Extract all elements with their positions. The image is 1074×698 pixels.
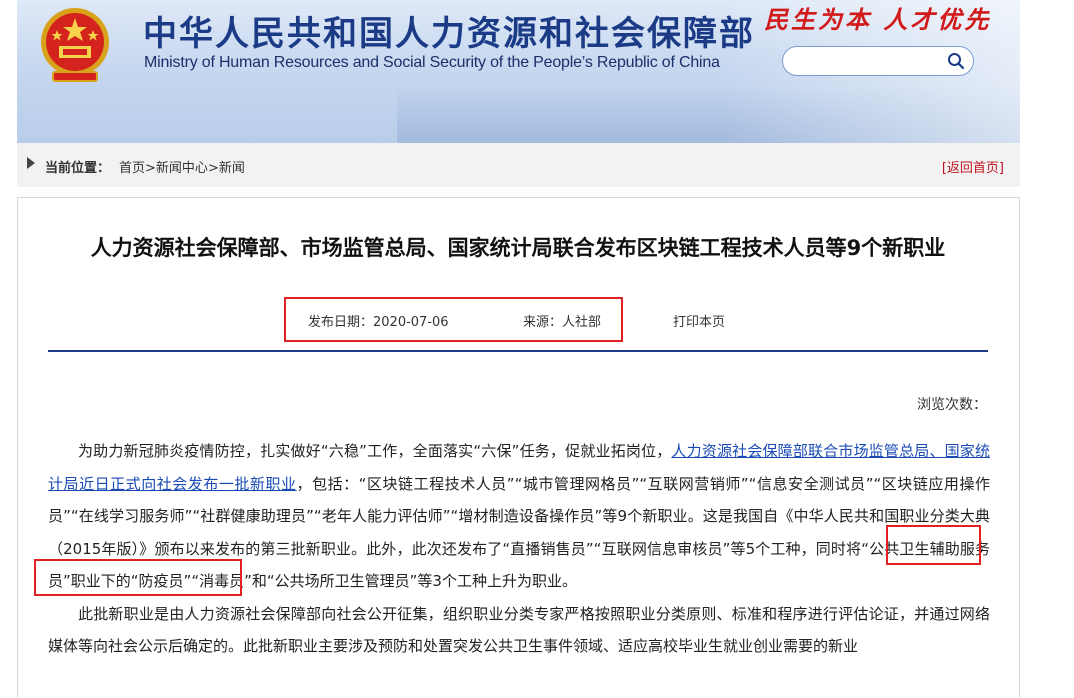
title-divider <box>48 350 988 352</box>
search-icon[interactable] <box>947 52 965 70</box>
paragraph-2: 此批新职业是由人力资源社会保障部向社会公开征集，组织职业分类专家严格按照职业分类… <box>48 604 990 656</box>
breadcrumb-separator: > <box>207 161 219 176</box>
slogan: 民生为本 人才优先 <box>764 5 992 34</box>
header-banner: 中华人民共和国人力资源和社会保障部 Ministry of Human Reso… <box>17 0 1020 143</box>
article-body: 为助力新冠肺炎疫情防控，扎实做好“六稳”工作，全面落实“六保”任务，促就业拓岗位… <box>48 435 990 663</box>
paragraph-1-intro: 为助力新冠肺炎疫情防控，扎实做好“六稳”工作，全面落实“六保”任务，促就业拓岗位… <box>78 442 672 460</box>
breadcrumb-label: 当前位置： <box>45 161 111 176</box>
article-panel: 人力资源社会保障部、市场监管总局、国家统计局联合发布区块链工程技术人员等9个新职… <box>17 197 1020 698</box>
highlight-box-meta <box>284 297 623 342</box>
print-page-link[interactable]: 打印本页 <box>673 311 725 330</box>
breadcrumb-arrow-icon <box>27 157 35 169</box>
breadcrumb-item-news[interactable]: 新闻 <box>219 161 245 176</box>
breadcrumb-item-news-center[interactable]: 新闻中心 <box>156 161 208 176</box>
view-count: 浏览次数： <box>917 397 987 413</box>
highlight-box-internet-reviewer <box>34 559 242 596</box>
national-emblem-icon <box>41 8 109 82</box>
site-title-en: Ministry of Human Resources and Social S… <box>144 54 720 71</box>
search-input[interactable] <box>782 46 974 76</box>
breadcrumb-path: 首页>新闻中心>新闻 <box>119 157 245 176</box>
breadcrumb-item-home[interactable]: 首页 <box>119 161 145 176</box>
site-title-cn: 中华人民共和国人力资源和社会保障部 <box>143 14 755 54</box>
back-home-link[interactable]: [返回首页] <box>942 157 1004 176</box>
breadcrumb-separator: > <box>145 161 156 176</box>
article-title: 人力资源社会保障部、市场监管总局、国家统计局联合发布区块链工程技术人员等9个新职… <box>90 236 946 260</box>
breadcrumb: 当前位置： 首页>新闻中心>新闻 [返回首页] <box>17 143 1020 187</box>
highlight-box-livestream-sales <box>886 525 981 565</box>
